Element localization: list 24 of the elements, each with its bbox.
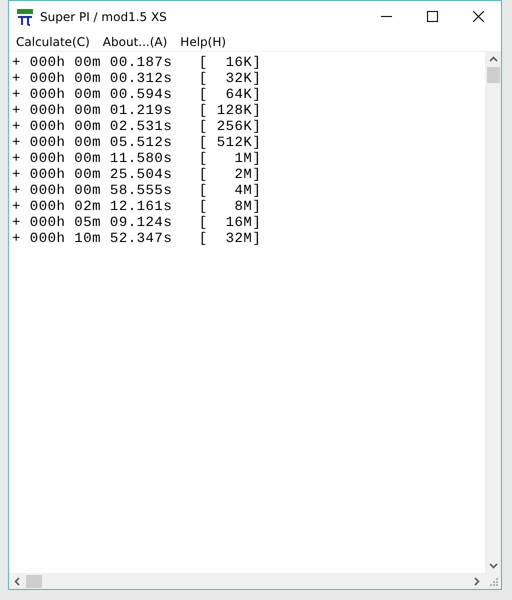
menu-item[interactable]: Calculate(C): [11, 34, 95, 48]
output-line: + 000h 00m 02.531s [ 256K]: [12, 119, 262, 135]
output-line: + 000h 00m 00.594s [ 64K]: [12, 87, 262, 103]
output-line: + 000h 00m 00.312s [ 32K]: [12, 71, 262, 87]
output-line: + 000h 10m 52.347s [ 32M]: [12, 231, 262, 247]
output-line: + 000h 00m 11.580s [ 1M]: [12, 151, 262, 167]
output-line: + 000h 00m 00.187s [ 16K]: [12, 55, 262, 71]
scroll-thumb[interactable]: [26, 574, 42, 588]
maximize-icon[interactable]: [426, 11, 438, 22]
horizontal-scrollbar[interactable]: [9, 573, 485, 589]
app-icon: [16, 8, 34, 26]
menu-item[interactable]: About...(A): [98, 34, 172, 48]
scroll-thumb[interactable]: [486, 67, 500, 83]
output-line: + 000h 02m 12.161s [ 8M]: [12, 199, 262, 215]
close-icon[interactable]: [472, 11, 484, 22]
output-line: + 000h 00m 58.555s [ 4M]: [12, 183, 262, 199]
vertical-scrollbar[interactable]: [485, 52, 501, 573]
resize-grip-icon[interactable]: [490, 578, 498, 586]
window-title: Super PI / mod1.5 XS: [40, 10, 168, 24]
menu-item[interactable]: Help(H): [175, 34, 232, 48]
output-line: + 000h 00m 01.219s [ 128K]: [12, 103, 262, 119]
output-line: + 000h 05m 09.124s [ 16M]: [12, 215, 262, 231]
output-line: + 000h 00m 05.512s [ 512K]: [12, 135, 262, 151]
output-line: + 000h 00m 25.504s [ 2M]: [12, 167, 262, 183]
